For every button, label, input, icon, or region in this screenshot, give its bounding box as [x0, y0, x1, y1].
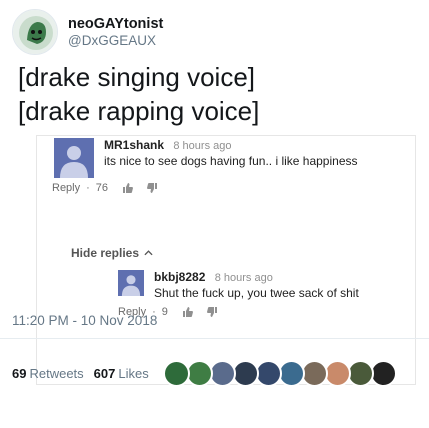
author-avatar[interactable]: [12, 9, 58, 55]
chevron-up-icon: [144, 250, 153, 256]
liker-avatar[interactable]: [162, 359, 190, 387]
comment-time: 8 hours ago: [173, 140, 232, 152]
comment-text: its nice to see dogs having fun.. i like…: [104, 154, 358, 168]
liker-avatar[interactable]: [369, 359, 397, 387]
retweets-stat[interactable]: 69 Retweets: [12, 366, 84, 381]
liker-avatar[interactable]: [185, 359, 213, 387]
likes-stat[interactable]: 607 Likes: [94, 366, 149, 381]
thumbs-down-icon: [146, 182, 158, 194]
liker-avatar[interactable]: [300, 359, 328, 387]
youtube-reply: bkbj8282 8 hours ago Shut the fuck up, y…: [118, 270, 359, 300]
tweet-timestamp[interactable]: 11:20 PM - 10 Nov 2018: [12, 313, 157, 328]
comment-author: MR1shank: [104, 138, 165, 152]
thumbs-up-icon: [182, 306, 194, 318]
retweets-label: Retweets: [29, 365, 84, 381]
tweet-header: neoGAYtonist @DxGGEAUX: [12, 8, 163, 56]
hide-replies-link: Hide replies: [71, 246, 153, 260]
liker-avatar[interactable]: [208, 359, 236, 387]
likes-count: 607: [93, 365, 116, 381]
liker-avatar[interactable]: [277, 359, 305, 387]
comment-like-count: 76: [95, 182, 109, 194]
separator-dot: ·: [86, 182, 90, 194]
author-handle[interactable]: @DxGGEAUX: [68, 33, 163, 50]
reply-author: bkbj8282: [154, 270, 206, 284]
tweet-stats: 69 Retweets 607 Likes: [12, 358, 397, 388]
thumbs-down-icon: [206, 306, 218, 318]
reply-like-count: 9: [161, 306, 168, 318]
youtube-comment: MR1shank 8 hours ago its nice to see dog…: [52, 138, 358, 194]
replier-avatar: [118, 270, 144, 296]
likes-label: Likes: [118, 365, 149, 381]
liker-avatar[interactable]: [231, 359, 259, 387]
liker-avatars: [162, 359, 397, 387]
reply-text: Shut the fuck up, you twee sack of shit: [154, 286, 359, 300]
liker-avatar[interactable]: [346, 359, 374, 387]
liker-avatar[interactable]: [323, 359, 351, 387]
reply-time: 8 hours ago: [214, 272, 273, 284]
tweet-text: [drake singing voice] [drake rapping voi…: [18, 62, 260, 126]
divider: [0, 338, 429, 339]
thumbs-up-icon: [122, 182, 134, 194]
comment-reply-link: Reply: [52, 182, 81, 194]
liker-avatar[interactable]: [254, 359, 282, 387]
retweets-count: 69: [12, 365, 27, 381]
commenter-avatar: [54, 138, 94, 178]
author-display-name[interactable]: neoGAYtonist: [68, 15, 163, 33]
hide-replies-label: Hide replies: [71, 246, 140, 260]
